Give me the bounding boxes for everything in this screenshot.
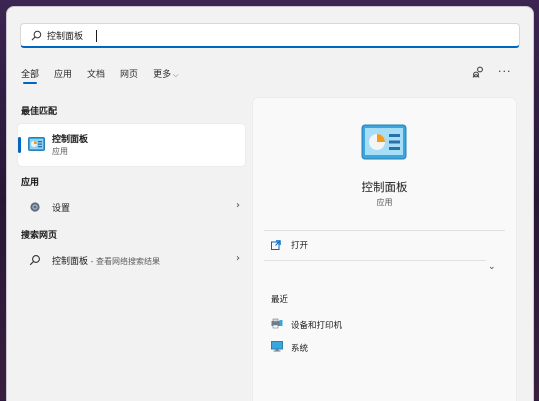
tab-documents[interactable]: 文档: [87, 67, 105, 83]
best-match-title: 控制面板: [52, 135, 89, 145]
tab-all[interactable]: 全部: [21, 67, 39, 84]
filter-tabs: 全部 应用 文档 网页 更多 ⌵: [21, 67, 193, 84]
selection-indicator: [18, 137, 21, 153]
search-input[interactable]: [47, 27, 507, 44]
web-result[interactable]: 控制面板 - 查看网络搜索结果 ›: [18, 249, 245, 271]
devices-printers-icon: [271, 318, 283, 329]
control-panel-icon: [28, 137, 45, 151]
divider: [264, 260, 486, 261]
tab-web[interactable]: 网页: [120, 67, 138, 83]
open-label: 打开: [291, 241, 309, 251]
web-result-query: 控制面板: [52, 257, 89, 267]
chevron-right-icon[interactable]: ›: [236, 253, 240, 264]
recent-item-label: 设备和打印机: [291, 321, 343, 331]
chevron-down-icon[interactable]: ⌄: [488, 262, 496, 272]
preview-pane: 控制面板 应用 打开 ⌄ 最近 设备和打印机 系统: [252, 97, 517, 401]
divider: [264, 230, 505, 231]
recent-title: 最近: [271, 295, 289, 305]
app-result-label: 设置: [52, 204, 71, 214]
section-best-match: 最佳匹配: [21, 107, 58, 117]
text-caret: [96, 30, 97, 42]
tab-apps[interactable]: 应用: [54, 67, 72, 83]
recent-item-label: 系统: [291, 344, 309, 354]
preview-kind: 应用: [376, 198, 393, 207]
search-icon: [31, 30, 42, 41]
preview-title: 控制面板: [361, 180, 408, 194]
tab-more-label: 更多: [153, 70, 172, 80]
best-match-subtitle: 应用: [52, 147, 68, 156]
gear-icon: [30, 202, 40, 212]
open-external-icon: [271, 240, 281, 250]
more-icon[interactable]: ···: [498, 65, 512, 78]
chevron-right-icon[interactable]: ›: [236, 200, 240, 211]
web-result-label: 控制面板 - 查看网络搜索结果: [52, 254, 160, 267]
search-icon: [29, 255, 40, 266]
chevron-down-icon: ⌵: [173, 71, 179, 79]
section-web: 搜索网页: [21, 231, 58, 241]
system-monitor-icon: [271, 341, 283, 352]
share-icon[interactable]: [472, 66, 484, 78]
tab-more[interactable]: 更多 ⌵: [153, 67, 178, 83]
web-result-suffix: - 查看网络搜索结果: [88, 257, 160, 266]
section-apps: 应用: [21, 178, 40, 188]
start-search-panel: 全部 应用 文档 网页 更多⌵ ··· 最佳匹配 控制面板 应用 应用: [6, 6, 534, 401]
best-match-result[interactable]: 控制面板 应用: [18, 124, 245, 166]
search-box[interactable]: [20, 23, 520, 48]
control-panel-icon: [361, 124, 407, 160]
app-result-settings[interactable]: 设置 ›: [18, 196, 245, 218]
